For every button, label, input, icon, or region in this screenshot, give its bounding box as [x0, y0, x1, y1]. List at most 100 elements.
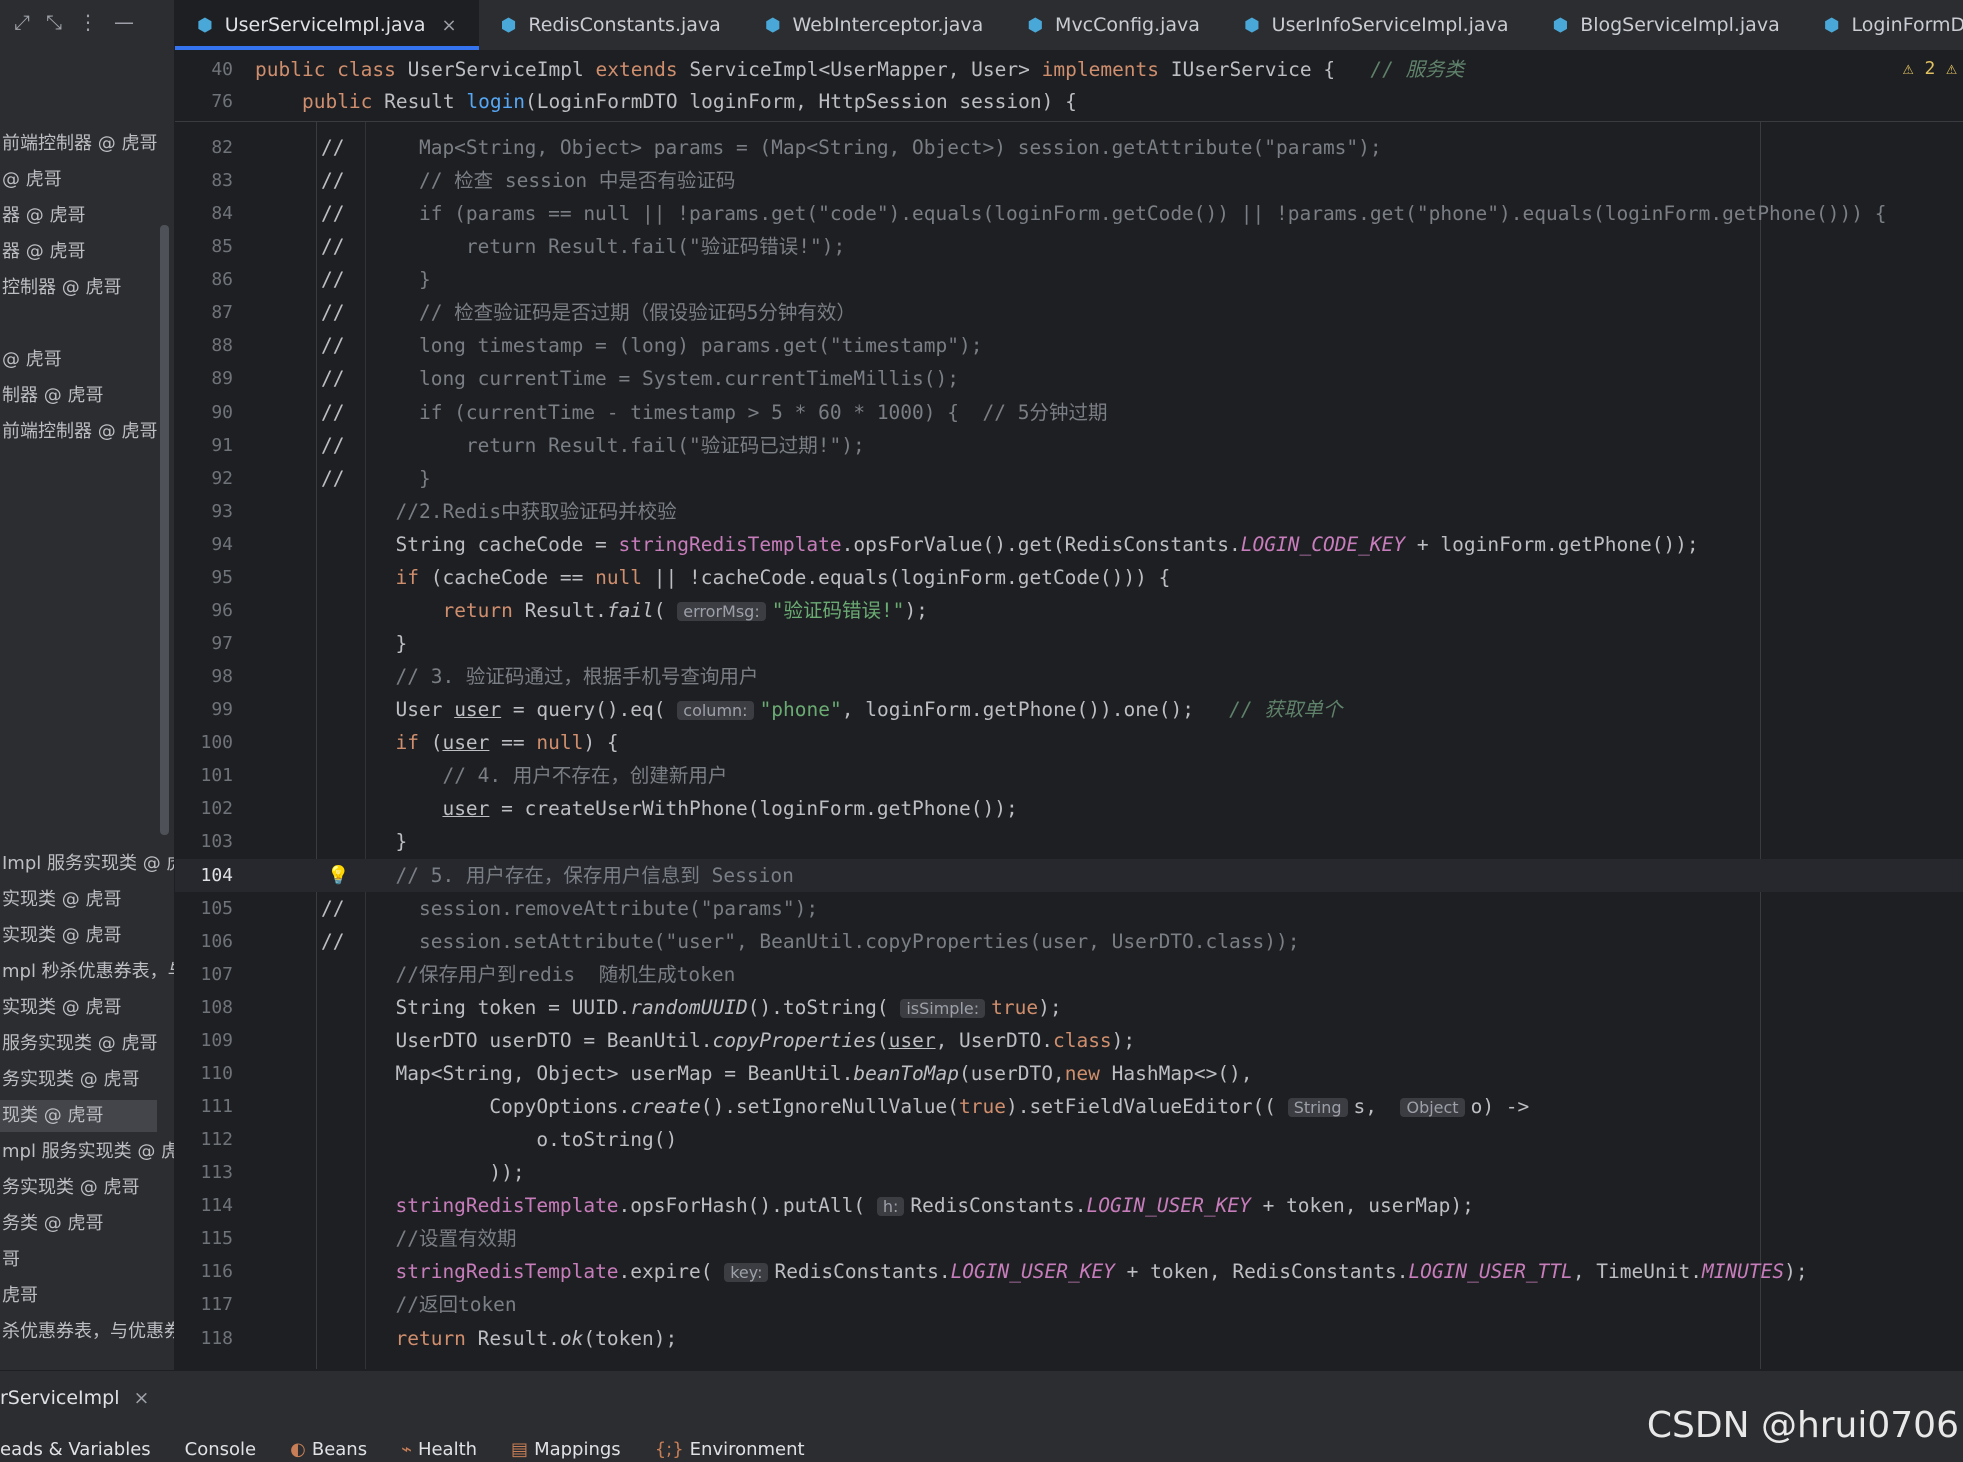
editor-tab[interactable]: ⬢ MvcConfig.java: [1005, 0, 1222, 50]
code-line[interactable]: 110 Map<String, Object> userMap = BeanUt…: [175, 1057, 1963, 1090]
code-line[interactable]: 91 // return Result.fail("验证码已过期!");: [175, 429, 1963, 462]
sticky-line[interactable]: 76 public Result login(LoginFormDTO logi…: [175, 85, 1963, 118]
project-tree-item[interactable]: mpl 秒杀优惠券表，与: [0, 956, 174, 988]
sidebar-scrollbar[interactable]: [160, 225, 169, 835]
code-line[interactable]: 87 // // 检查验证码是否过期（假设验证码5分钟有效）: [175, 296, 1963, 329]
sticky-line[interactable]: 40 public class UserServiceImpl extends S…: [175, 53, 1963, 86]
editor-tab[interactable]: ⬢ BlogServiceImpl.java: [1530, 0, 1801, 50]
code-text: if (cacheCode == null || !cacheCode.equa…: [395, 565, 1171, 589]
close-icon[interactable]: ×: [133, 1387, 149, 1409]
line-number: 115: [200, 1228, 233, 1250]
lightbulb-icon[interactable]: 💡: [327, 859, 349, 892]
project-tree-item[interactable]: 现类 @ 虎哥: [0, 1100, 157, 1132]
project-tree-item[interactable]: 务类 @ 虎哥: [0, 1208, 103, 1240]
project-tree-item[interactable]: 前端控制器 @ 虎哥: [0, 128, 157, 160]
code-line[interactable]: 84 // if (params == null || !params.get("…: [175, 197, 1963, 230]
code-line[interactable]: 92 // }: [175, 462, 1963, 495]
bottom-panel-tab[interactable]: Console: [185, 1439, 256, 1460]
project-tree-item[interactable]: 控制器 @ 虎哥: [0, 272, 121, 304]
code-line[interactable]: 112 o.toString(): [175, 1123, 1963, 1156]
code-line[interactable]: 83 // // 检查 session 中是否有验证码: [175, 164, 1963, 197]
code-line[interactable]: 85 // return Result.fail("验证码错误!");: [175, 230, 1963, 263]
project-tree-item[interactable]: Impl 服务实现类 @ 虎: [0, 848, 174, 880]
line-number: 87: [211, 302, 233, 324]
line-number: 107: [200, 963, 233, 985]
code-line[interactable]: 101 // 4. 用户不存在，创建新用户: [175, 759, 1963, 792]
bottom-panel-tab[interactable]: ▤ Mappings: [511, 1439, 621, 1460]
code-line[interactable]: 98 // 3. 验证码通过，根据手机号查询用户: [175, 660, 1963, 693]
comment-marker: //: [321, 466, 345, 490]
bottom-panel-tab[interactable]: eads & Variables: [0, 1439, 151, 1460]
project-tree-item[interactable]: 器 @ 虎哥: [0, 236, 85, 268]
code-text: // 3. 验证码通过，根据手机号查询用户: [395, 665, 759, 689]
close-icon[interactable]: ×: [442, 15, 457, 36]
project-tree-item[interactable]: @ 虎哥: [0, 344, 62, 376]
project-tree-item[interactable]: 器 @ 虎哥: [0, 200, 85, 232]
code-text: stringRedisTemplate.opsForHash().putAll(…: [395, 1194, 1474, 1218]
more-icon[interactable]: ⋮: [78, 10, 98, 34]
line-number: 108: [200, 996, 233, 1018]
project-tree-item[interactable]: 制器 @ 虎哥: [0, 380, 103, 412]
run-tab[interactable]: rServiceImpl ×: [0, 1381, 149, 1415]
project-tree-item[interactable]: 务实现类 @ 虎哥: [0, 1172, 139, 1204]
comment-marker: //: [321, 202, 345, 226]
bottom-panel-tab[interactable]: {;} Environment: [655, 1439, 805, 1460]
code-line[interactable]: 100 if (user == null) {: [175, 726, 1963, 759]
editor-tab[interactable]: ⬢ LoginFormDT: [1802, 0, 1963, 50]
project-tree-item[interactable]: 务实现类 @ 虎哥: [0, 1064, 139, 1096]
code-line[interactable]: 96 return Result.fail( errorMsg: "验证码错误!"…: [175, 594, 1963, 627]
editor-tab[interactable]: ⬢ UserServiceImpl.java ×: [175, 0, 479, 50]
sticky-lines[interactable]: 40 public class UserServiceImpl extends S…: [175, 51, 1963, 122]
code-line[interactable]: 90 // if (currentTime - timestamp > 5 * 6…: [175, 396, 1963, 429]
code-line[interactable]: 97 }: [175, 627, 1963, 660]
code-line[interactable]: 108 String token = UUID.randomUUID().toS…: [175, 991, 1963, 1024]
editor-tab[interactable]: ⬢ UserInfoServiceImpl.java: [1222, 0, 1531, 50]
java-class-icon: ⬢: [1552, 14, 1569, 36]
project-tree-item[interactable]: @ 虎哥: [0, 164, 62, 196]
code-line[interactable]: 116 stringRedisTemplate.expire( key: Redi…: [175, 1255, 1963, 1288]
code-line[interactable]: 88 // long timestamp = (long) params.get(…: [175, 329, 1963, 362]
code-line[interactable]: 105 // session.removeAttribute("params");: [175, 892, 1963, 925]
expand-icon[interactable]: ⤢: [14, 10, 30, 34]
code-line[interactable]: 113 ));: [175, 1156, 1963, 1189]
tab-icon: ◐: [290, 1439, 306, 1460]
editor-tab[interactable]: ⬢ RedisConstants.java: [479, 0, 743, 50]
code-editor[interactable]: ⚠ 2 ⚠ 40 public class UserServiceImpl ext…: [175, 51, 1963, 1369]
code-line[interactable]: 117 //返回token: [175, 1288, 1963, 1321]
code-line[interactable]: 109 UserDTO userDTO = BeanUtil.copyPrope…: [175, 1024, 1963, 1057]
code-line[interactable]: 103 }: [175, 825, 1963, 858]
watermark: CSDN @hrui0706: [1646, 1405, 1959, 1446]
project-tree-item[interactable]: 实现类 @ 虎哥: [0, 920, 121, 952]
code-line[interactable]: 94 String cacheCode = stringRedisTemplat…: [175, 528, 1963, 561]
code-line[interactable]: 104 💡 // 5. 用户存在，保存用户信息到 Session: [175, 858, 1963, 892]
bottom-panel-tab[interactable]: ⌁ Health: [401, 1439, 477, 1460]
code-line[interactable]: 93 //2.Redis中获取验证码并校验: [175, 495, 1963, 528]
code-line[interactable]: 118 return Result.ok(token);: [175, 1322, 1963, 1355]
project-tree-item[interactable]: 杀优惠券表，与优惠券: [0, 1316, 174, 1348]
code-line[interactable]: 95 if (cacheCode == null || !cacheCode.e…: [175, 561, 1963, 594]
project-tree-item[interactable]: 前端控制器 @ 虎哥: [0, 416, 157, 448]
inspection-warnings[interactable]: ⚠ 2 ⚠: [1903, 51, 1963, 87]
code-line[interactable]: 106 // session.setAttribute("user", BeanU…: [175, 925, 1963, 958]
project-tree-item[interactable]: 实现类 @ 虎哥: [0, 992, 121, 1024]
code-line[interactable]: 115 //设置有效期: [175, 1222, 1963, 1255]
minimize-icon[interactable]: —: [114, 10, 134, 34]
project-tree-item[interactable]: mpl 服务实现类 @ 虎哥: [0, 1136, 174, 1168]
project-tree-item[interactable]: 哥: [0, 1244, 20, 1276]
code-line[interactable]: 102 user = createUserWithPhone(loginForm…: [175, 792, 1963, 825]
project-tree-item[interactable]: 虎哥: [0, 1280, 38, 1312]
line-number: 88: [211, 335, 233, 357]
project-tree-item[interactable]: 服务实现类 @ 虎哥: [0, 1028, 157, 1060]
code-line[interactable]: 111 CopyOptions.create().setIgnoreNullVa…: [175, 1090, 1963, 1123]
code-line[interactable]: 89 // long currentTime = System.currentTi…: [175, 362, 1963, 395]
bottom-panel-tab[interactable]: ◐ Beans: [290, 1439, 367, 1460]
collapse-icon[interactable]: ⤡: [46, 10, 62, 34]
code-line[interactable]: 99 User user = query().eq( column: "phone…: [175, 693, 1963, 726]
code-line[interactable]: 86 // }: [175, 263, 1963, 296]
project-tree-item[interactable]: 实现类 @ 虎哥: [0, 884, 121, 916]
editor-tab[interactable]: ⬢ WebInterceptor.java: [743, 0, 1006, 50]
code-line[interactable]: 114 stringRedisTemplate.opsForHash().put…: [175, 1189, 1963, 1222]
line-number: 90: [211, 401, 233, 423]
code-line[interactable]: 107 //保存用户到redis 随机生成token: [175, 958, 1963, 991]
code-line[interactable]: 82 // Map<String, Object> params = (Map<S…: [175, 131, 1963, 164]
